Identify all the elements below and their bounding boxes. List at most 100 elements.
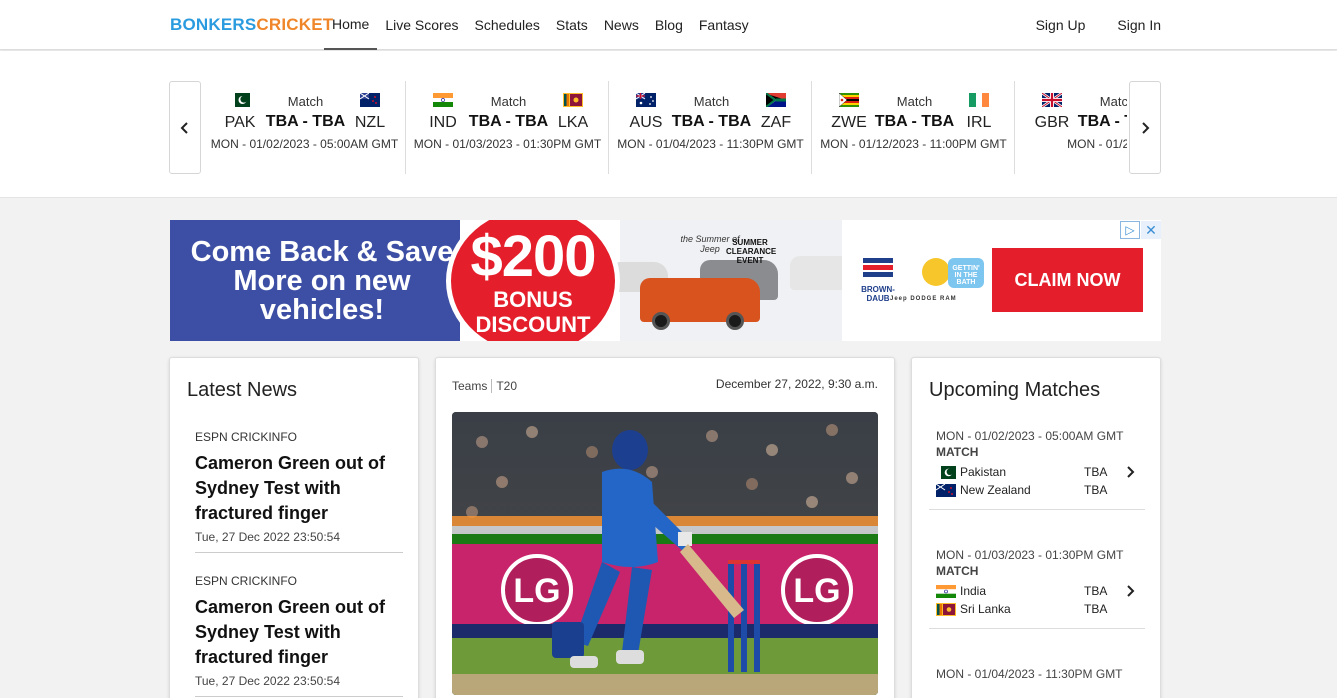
article-tags: Teams T20 — [452, 379, 521, 393]
score-value: TBA - TBA — [265, 113, 346, 130]
score-mid: Match TBA - TBA — [867, 94, 962, 131]
score-value: TBA - TBA — [671, 113, 752, 130]
score-card[interactable]: AUS Match TBA - TBA ZAF MON - 01/04/2023… — [609, 81, 812, 174]
nav-home[interactable]: Home — [324, 0, 378, 50]
logo-part-bonkers: BONKERS — [170, 15, 257, 34]
svg-text:LG: LG — [793, 572, 840, 610]
score-team2: ZAF — [751, 91, 801, 132]
match-team-name: New Zealand — [960, 483, 1031, 497]
featured-article-panel: Teams T20 December 27, 2022, 9:30 a.m. L… — [435, 357, 895, 698]
nav-live-scores[interactable]: Live Scores — [377, 0, 466, 50]
article-date: December 27, 2022, 9:30 a.m. — [715, 377, 878, 391]
upcoming-match-item[interactable]: MON - 01/03/2023 - 01:30PM GMT MATCH Ind… — [929, 546, 1145, 629]
score-mid: Match TBA - TBA — [664, 94, 759, 131]
chevron-right-icon[interactable] — [1125, 465, 1135, 483]
score-team2: LKA — [548, 91, 598, 132]
scores-prev-button[interactable] — [169, 81, 201, 174]
logo-part-cricket: CRICKET — [256, 15, 334, 34]
latest-news-title: Latest News — [187, 379, 298, 401]
score-team2-code: IRL — [966, 114, 992, 131]
ad-bonus: BONUS — [493, 287, 573, 312]
upcoming-match-item[interactable]: MON - 01/04/2023 - 11:30PM GMT — [929, 665, 1145, 693]
tag-t20[interactable]: T20 — [492, 379, 521, 393]
match-team-name: Sri Lanka — [960, 602, 1011, 616]
news-time: Tue, 27 Dec 2022 23:50:54 — [195, 674, 340, 688]
score-date: MON - 01/27/2023 — [1067, 137, 1127, 151]
score-card[interactable]: ZWE Match TBA - TBA IRL MON - 01/12/2023… — [812, 81, 1015, 174]
match-team-row: India TBA — [929, 582, 1145, 600]
chevron-right-icon[interactable] — [1125, 584, 1135, 602]
score-mid: Match TBA - TBA — [461, 94, 556, 131]
auth-links: Sign Up Sign In — [1004, 0, 1161, 50]
score-label: Match — [490, 94, 527, 109]
chevron-right-icon — [1142, 121, 1150, 134]
match-label: MATCH — [936, 445, 979, 459]
nav-fantasy[interactable]: Fantasy — [691, 0, 757, 50]
jeep-wheel — [652, 312, 670, 330]
brown-daub-emblem-icon — [863, 258, 893, 277]
cricket-batsman-image: LG LG — [452, 412, 878, 695]
match-date: MON - 01/02/2023 - 05:00AM GMT — [936, 429, 1124, 443]
score-mid: Match TBA - TBA — [258, 94, 353, 131]
ad-close-icon[interactable]: ✕ — [1141, 221, 1161, 239]
score-card[interactable]: IND Match TBA - TBA LKA MON - 01/03/2023… — [406, 81, 609, 174]
score-card[interactable]: GBR Match TBA - TBA MON - 01/27/2023 — [1015, 81, 1127, 174]
score-team2: IRL — [954, 91, 1004, 132]
australia-flag-icon — [636, 92, 656, 107]
score-value: TBA - TBA — [874, 113, 955, 130]
news-time: Tue, 27 Dec 2022 23:50:54 — [195, 530, 340, 544]
svg-text:LG: LG — [513, 572, 560, 610]
india-flag-icon — [936, 584, 956, 598]
ad-clearance-tagline: SUMMER CLEARANCE EVENT — [726, 238, 777, 265]
score-date: MON - 01/04/2023 - 11:30PM GMT — [617, 137, 804, 151]
score-label: Match — [693, 94, 730, 109]
upcoming-match-item[interactable]: MON - 01/02/2023 - 05:00AM GMT MATCH Pak… — [929, 427, 1145, 510]
ad-discount: DISCOUNT — [475, 312, 591, 337]
news-item[interactable]: ESPN CRICKINFO Cameron Green out of Sydn… — [195, 574, 403, 697]
upcoming-matches-title: Upcoming Matches — [929, 379, 1101, 401]
score-date: MON - 01/03/2023 - 01:30PM GMT — [413, 137, 602, 151]
score-label: Match — [896, 94, 933, 109]
match-team-row: New Zealand TBA — [929, 481, 1145, 499]
nav-stats[interactable]: Stats — [548, 0, 596, 50]
new-zealand-flag-icon — [936, 483, 956, 497]
sign-in-link[interactable]: Sign In — [1117, 0, 1161, 50]
scores-next-button[interactable] — [1129, 81, 1161, 174]
article-image[interactable]: LG LG — [452, 412, 878, 695]
ad-headline: Come Back & Save More on new vehicles! — [170, 220, 460, 341]
match-label: MATCH — [936, 564, 979, 578]
score-date: MON - 01/12/2023 - 11:00PM GMT — [820, 137, 1007, 151]
nav-schedules[interactable]: Schedules — [467, 0, 548, 50]
news-headline[interactable]: Cameron Green out of Sydney Test with fr… — [195, 451, 403, 526]
score-card[interactable]: PAK Match TBA - TBA NZL MON - 01/02/2023… — [203, 81, 406, 174]
match-team-score: TBA — [1084, 483, 1108, 497]
nav-news[interactable]: News — [596, 0, 647, 50]
score-label: Match — [1099, 94, 1127, 109]
score-date: MON - 01/02/2023 - 05:00AM GMT — [210, 137, 399, 151]
ad-choices-icon[interactable]: ▷ — [1120, 221, 1140, 239]
ad-discount-badge: $200 BONUS DISCOUNT — [446, 220, 620, 341]
ad-brands-row: Jeep DODGE RAM — [890, 296, 957, 302]
score-team2: NZL — [345, 91, 395, 132]
score-team2-code: ZAF — [760, 114, 792, 131]
nav-blog[interactable]: Blog — [647, 0, 691, 50]
match-team-name: Pakistan — [960, 465, 1007, 479]
main-nav: Home Live Scores Schedules Stats News Bl… — [324, 0, 757, 50]
news-item[interactable]: ESPN CRICKINFO Cameron Green out of Sydn… — [195, 430, 403, 553]
match-team-score: TBA — [1084, 584, 1108, 598]
site-logo[interactable]: BONKERSCRICKET — [170, 15, 333, 35]
scores-viewport: PAK Match TBA - TBA NZL MON - 01/02/2023… — [203, 81, 1127, 174]
live-scores-strip: PAK Match TBA - TBA NZL MON - 01/02/2023… — [0, 51, 1337, 198]
news-headline[interactable]: Cameron Green out of Sydney Test with fr… — [195, 595, 403, 670]
score-team2-code: LKA — [557, 114, 589, 131]
uk-flag-icon — [1042, 92, 1062, 107]
claim-now-button[interactable]: CLAIM NOW — [992, 248, 1143, 312]
tag-teams[interactable]: Teams — [452, 379, 493, 393]
jeep-wheel — [726, 312, 744, 330]
score-value: TBA - TBA — [1077, 113, 1127, 130]
score-value: TBA - TBA — [468, 113, 549, 130]
ad-price: $200 — [470, 224, 596, 289]
advertisement-banner[interactable]: Come Back & Save More on new vehicles! $… — [170, 220, 1161, 341]
sign-up-link[interactable]: Sign Up — [1036, 0, 1086, 50]
news-source: ESPN CRICKINFO — [195, 574, 298, 588]
